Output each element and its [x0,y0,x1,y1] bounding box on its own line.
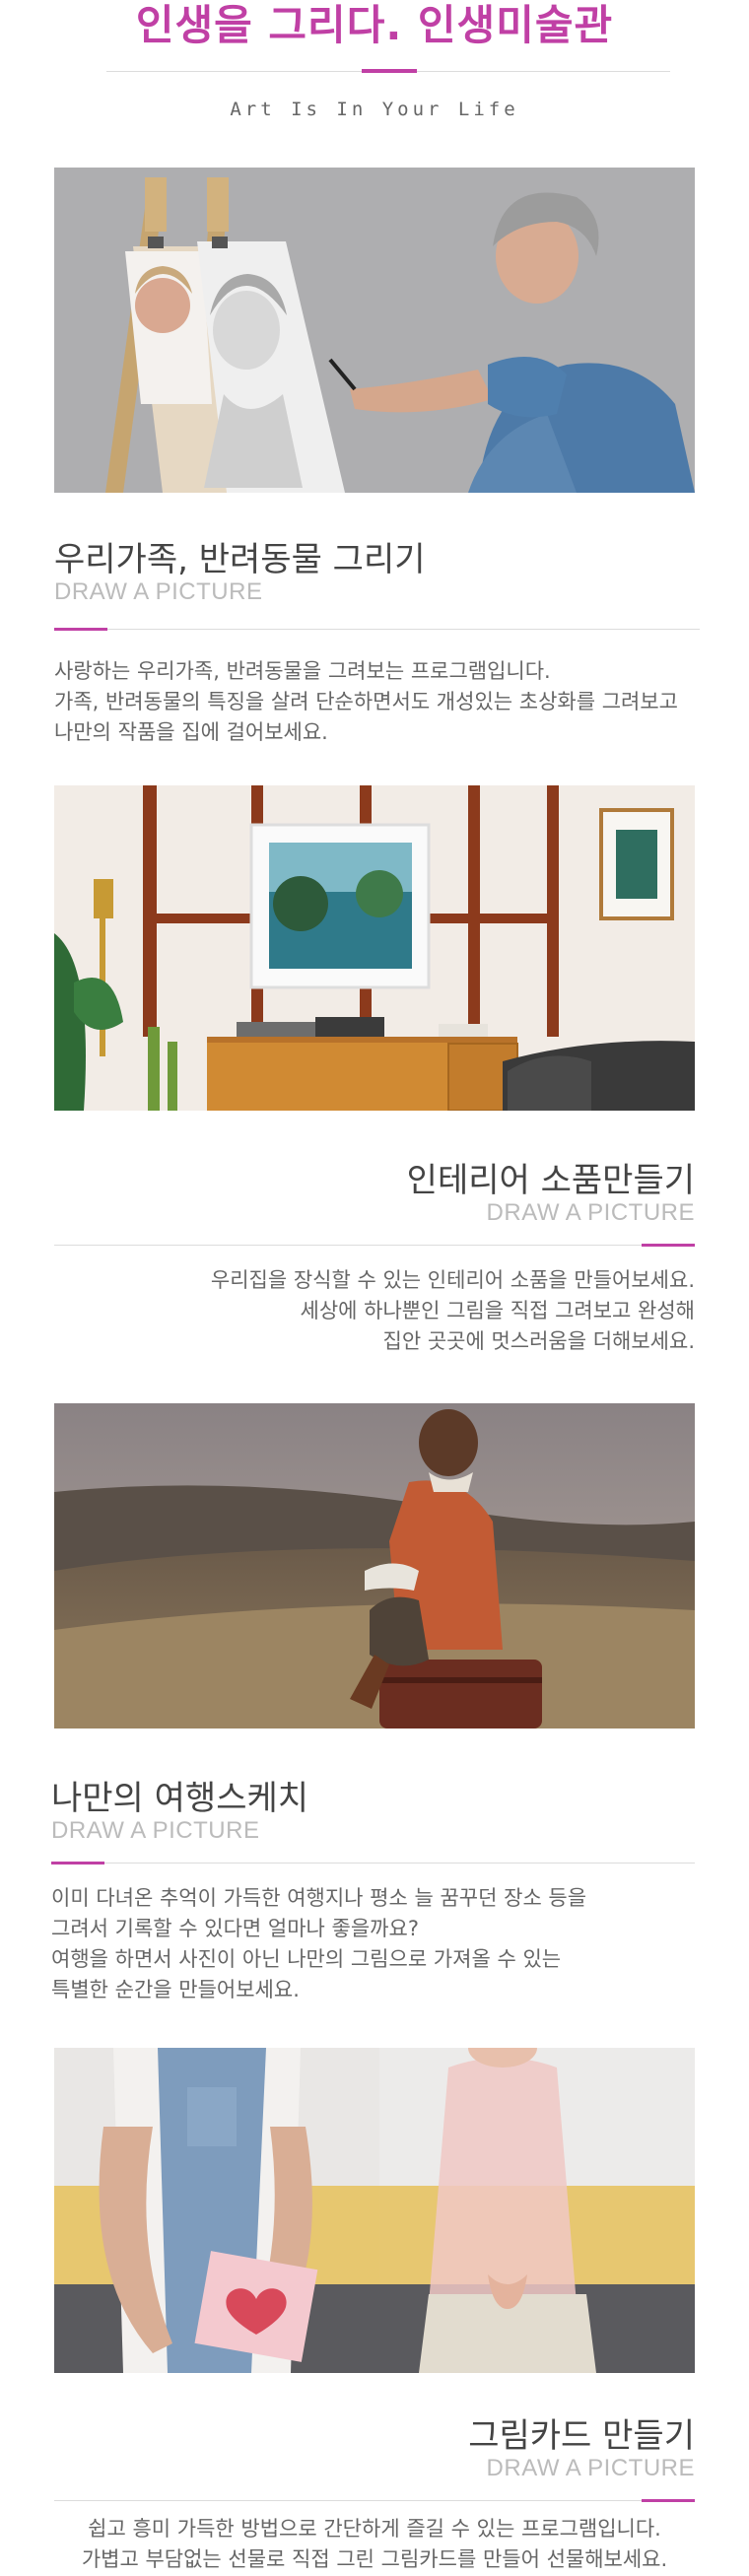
section-2-body-line: 우리집을 장식할 수 있는 인테리어 소품을 만들어보세요. [210,1268,695,1292]
section-4-title: 그림카드 만들기 [468,2416,695,2456]
section-1-title: 우리가족, 반려동물 그리기 [54,540,426,579]
section-2-accent-bar [642,1244,695,1247]
section-1-divider [54,629,700,630]
page: 인생을 그리다. 인생미술관 Art Is In Your Life 우리가족,… [0,0,749,2576]
section-3-divider [51,1863,695,1864]
section-2-subtitle: DRAW A PICTURE [486,1199,695,1226]
page-title: 인생을 그리다. 인생미술관 [135,1,614,49]
section-3-body-line: 여행을 하면서 사진이 아닌 나만의 그림으로 가져올 수 있는 [51,1947,562,1971]
section-1-accent-bar [54,628,107,631]
section-1-subtitle: DRAW A PICTURE [54,578,263,605]
section-2-body: 우리집을 장식할 수 있는 인테리어 소품을 만들어보세요. 세상에 하나뿐인 … [211,1265,695,1357]
header-accent-bar [362,69,417,73]
section-4-subtitle: DRAW A PICTURE [486,2455,695,2481]
section-3-body-line: 그려서 기록할 수 있다면 얼마나 좋을까요? [51,1917,419,1940]
page-subtitle: Art Is In Your Life [230,99,519,120]
section-4-body-line: 가볍고 부담없는 선물로 직접 그린 그림카드를 만들어 선물해보세요. [81,2547,668,2571]
section-3-body-line: 특별한 순간을 만들어보세요. [51,1978,300,2001]
section-3-photo [54,1403,695,1729]
section-3-title: 나만의 여행스케치 [51,1779,309,1818]
section-4-body-line: 쉽고 흥미 가득한 방법으로 간단하게 즐길 수 있는 프로그램입니다. [88,2517,661,2541]
section-4-divider [54,2500,695,2501]
section-1-body-line: 가족, 반려동물의 특징을 살려 단순하면서도 개성있는 초상화를 그려보고 [54,690,678,713]
section-2-photo [54,785,695,1111]
section-1-body-line: 나만의 작품을 집에 걸어보세요. [54,720,328,744]
section-3-accent-bar [51,1862,104,1864]
section-1-body-line: 사랑하는 우리가족, 반려동물을 그려보는 프로그램입니다. [54,659,551,683]
section-2-body-line: 집안 곳곳에 멋스러움을 더해보세요. [382,1329,696,1353]
section-1-photo [54,168,695,493]
section-2-body-line: 세상에 하나뿐인 그림을 직접 그려보고 완성해 [300,1299,695,1322]
section-1-body: 사랑하는 우리가족, 반려동물을 그려보는 프로그램입니다. 가족, 반려동물의… [54,656,678,748]
section-3-body: 이미 다녀온 추억이 가득한 여행지나 평소 늘 꿈꾸던 장소 등을 그려서 기… [51,1883,586,2005]
section-4-photo [54,2048,695,2373]
section-4-body: 쉽고 흥미 가득한 방법으로 간단하게 즐길 수 있는 프로그램입니다. 가볍고… [54,2514,695,2575]
section-3-subtitle: DRAW A PICTURE [51,1817,260,1844]
section-3-body-line: 이미 다녀온 추억이 가득한 여행지나 평소 늘 꿈꾸던 장소 등을 [51,1886,587,1910]
section-2-title: 인테리어 소품만들기 [406,1161,695,1200]
section-2-divider [54,1245,695,1246]
section-4-accent-bar [642,2499,695,2502]
